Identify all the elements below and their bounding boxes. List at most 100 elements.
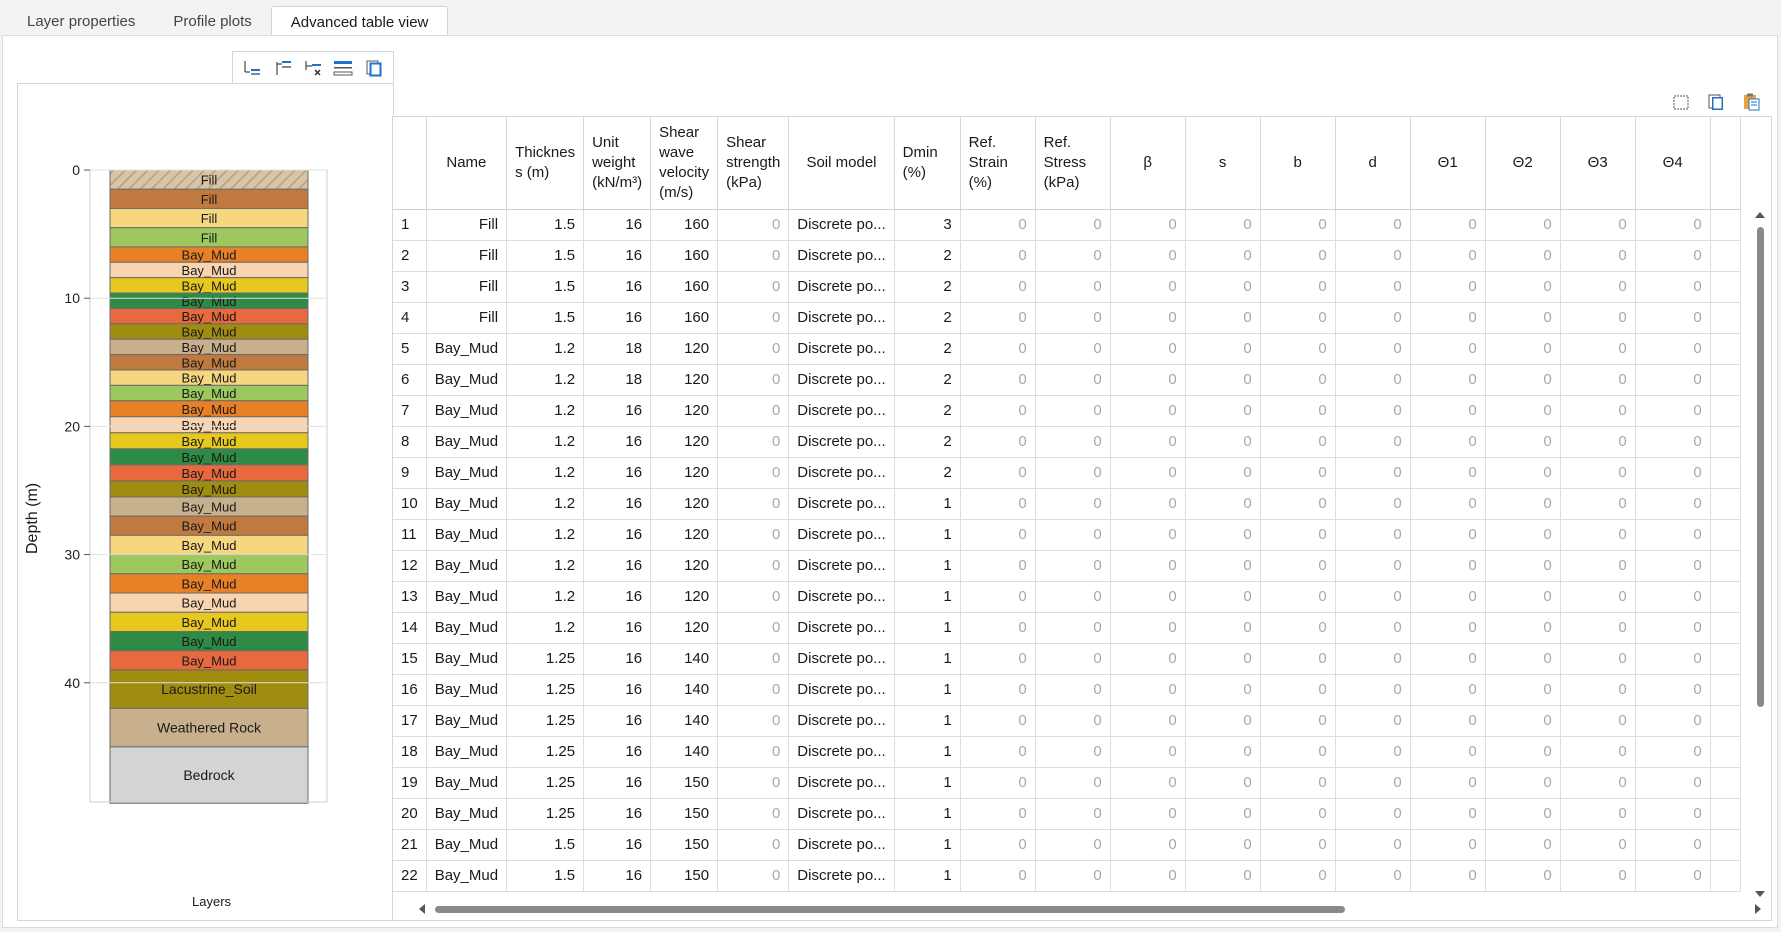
cell-beta[interactable]: 0 xyxy=(1110,333,1186,365)
cell-b[interactable]: 0 xyxy=(1260,209,1336,241)
column-header-strength[interactable]: Shear strength (kPa) xyxy=(717,117,790,210)
cell-t3[interactable]: 0 xyxy=(1560,767,1636,799)
cell-t4[interactable]: 0 xyxy=(1635,829,1711,861)
cell-b[interactable]: 0 xyxy=(1260,271,1336,303)
cell-t3[interactable]: 0 xyxy=(1560,550,1636,582)
cell-vs[interactable]: 140 xyxy=(650,674,719,706)
cell-soil_model[interactable]: Discrete po... xyxy=(788,643,895,675)
cell-t2[interactable]: 0 xyxy=(1485,519,1561,551)
cell-unit_weight[interactable]: 16 xyxy=(583,550,652,582)
cell-vs[interactable]: 140 xyxy=(650,736,719,768)
cell-unit_weight[interactable]: 16 xyxy=(583,767,652,799)
cell-t1[interactable]: 0 xyxy=(1410,426,1486,458)
cell-b[interactable]: 0 xyxy=(1260,333,1336,365)
cell-t4[interactable]: 0 xyxy=(1635,550,1711,582)
cell-d[interactable]: 0 xyxy=(1335,395,1411,427)
cell-b[interactable]: 0 xyxy=(1260,488,1336,520)
cell-dmin[interactable]: 2 xyxy=(894,426,961,458)
cell-ref_strain[interactable]: 0 xyxy=(960,798,1036,830)
cell-unit_weight[interactable]: 16 xyxy=(583,209,652,241)
cell-ref_strain[interactable]: 0 xyxy=(960,488,1036,520)
cell-d[interactable]: 0 xyxy=(1335,488,1411,520)
cell-t4[interactable]: 0 xyxy=(1635,333,1711,365)
cell-idx[interactable]: 19 xyxy=(393,767,427,799)
cell-d[interactable]: 0 xyxy=(1335,426,1411,458)
cell-thickness[interactable]: 1.2 xyxy=(506,426,585,458)
cell-s[interactable]: 0 xyxy=(1185,364,1261,396)
cell-t3[interactable]: 0 xyxy=(1560,674,1636,706)
cell-idx[interactable]: 17 xyxy=(393,705,427,737)
cell-beta[interactable]: 0 xyxy=(1110,829,1186,861)
cell-name[interactable]: Bay_Mud xyxy=(426,426,508,458)
cell-name[interactable]: Fill xyxy=(426,302,508,334)
cell-unit_weight[interactable]: 16 xyxy=(583,426,652,458)
cell-strength[interactable]: 0 xyxy=(717,674,790,706)
cell-t3[interactable]: 0 xyxy=(1560,271,1636,303)
cell-s[interactable]: 0 xyxy=(1185,550,1261,582)
cell-strength[interactable]: 0 xyxy=(717,736,790,768)
cell-t4[interactable]: 0 xyxy=(1635,674,1711,706)
cell-idx[interactable]: 18 xyxy=(393,736,427,768)
cell-thickness[interactable]: 1.2 xyxy=(506,364,585,396)
cell-dmin[interactable]: 1 xyxy=(894,643,961,675)
cell-idx[interactable]: 11 xyxy=(393,519,427,551)
cell-name[interactable]: Bay_Mud xyxy=(426,767,508,799)
cell-strength[interactable]: 0 xyxy=(717,550,790,582)
cell-vs[interactable]: 160 xyxy=(650,302,719,334)
cell-soil_model[interactable]: Discrete po... xyxy=(788,333,895,365)
cell-soil_model[interactable]: Discrete po... xyxy=(788,705,895,737)
cell-dmin[interactable]: 2 xyxy=(894,364,961,396)
table-row[interactable]: 22 Bay_Mud 1.5 16 150 0 Discrete po... 1 0 0 0 0 0 0 0… xyxy=(393,860,1741,892)
cell-ref_stress[interactable]: 0 xyxy=(1035,395,1111,427)
column-header-t2[interactable]: Θ2 xyxy=(1485,117,1561,210)
cell-b[interactable]: 0 xyxy=(1260,705,1336,737)
cell-t3[interactable]: 0 xyxy=(1560,736,1636,768)
cell-thickness[interactable]: 1.2 xyxy=(506,612,585,644)
cell-t4[interactable]: 0 xyxy=(1635,426,1711,458)
column-header-extra[interactable] xyxy=(1710,117,1741,210)
cell-s[interactable]: 0 xyxy=(1185,581,1261,613)
cell-s[interactable]: 0 xyxy=(1185,488,1261,520)
cell-d[interactable]: 0 xyxy=(1335,209,1411,241)
cell-ref_strain[interactable]: 0 xyxy=(960,364,1036,396)
cell-ref_strain[interactable]: 0 xyxy=(960,302,1036,334)
cell-strength[interactable]: 0 xyxy=(717,488,790,520)
cell-beta[interactable]: 0 xyxy=(1110,674,1186,706)
cell-vs[interactable]: 120 xyxy=(650,550,719,582)
cell-name[interactable]: Bay_Mud xyxy=(426,674,508,706)
cell-thickness[interactable]: 1.2 xyxy=(506,488,585,520)
cell-dmin[interactable]: 1 xyxy=(894,488,961,520)
cell-d[interactable]: 0 xyxy=(1335,457,1411,489)
cell-dmin[interactable]: 1 xyxy=(894,581,961,613)
cell-unit_weight[interactable]: 16 xyxy=(583,240,652,272)
cell-thickness[interactable]: 1.25 xyxy=(506,705,585,737)
cell-t3[interactable]: 0 xyxy=(1560,488,1636,520)
cell-name[interactable]: Bay_Mud xyxy=(426,705,508,737)
cell-name[interactable]: Bay_Mud xyxy=(426,829,508,861)
tab-profile-plots[interactable]: Profile plots xyxy=(154,6,270,36)
cell-soil_model[interactable]: Discrete po... xyxy=(788,519,895,551)
cell-ref_stress[interactable]: 0 xyxy=(1035,829,1111,861)
cell-t3[interactable]: 0 xyxy=(1560,612,1636,644)
cell-name[interactable]: Bay_Mud xyxy=(426,736,508,768)
cell-unit_weight[interactable]: 16 xyxy=(583,271,652,303)
cell-vs[interactable]: 140 xyxy=(650,705,719,737)
cell-t1[interactable]: 0 xyxy=(1410,364,1486,396)
cell-vs[interactable]: 160 xyxy=(650,240,719,272)
cell-t3[interactable]: 0 xyxy=(1560,395,1636,427)
cell-d[interactable]: 0 xyxy=(1335,271,1411,303)
cell-soil_model[interactable]: Discrete po... xyxy=(788,488,895,520)
cell-dmin[interactable]: 2 xyxy=(894,333,961,365)
cell-t3[interactable]: 0 xyxy=(1560,860,1636,892)
cell-t3[interactable]: 0 xyxy=(1560,519,1636,551)
cell-ref_stress[interactable]: 0 xyxy=(1035,581,1111,613)
cell-t3[interactable]: 0 xyxy=(1560,643,1636,675)
cell-soil_model[interactable]: Discrete po... xyxy=(788,271,895,303)
cell-dmin[interactable]: 1 xyxy=(894,798,961,830)
cell-t1[interactable]: 0 xyxy=(1410,705,1486,737)
cell-thickness[interactable]: 1.2 xyxy=(506,519,585,551)
cell-beta[interactable]: 0 xyxy=(1110,581,1186,613)
cell-name[interactable]: Fill xyxy=(426,271,508,303)
cell-t4[interactable]: 0 xyxy=(1635,395,1711,427)
cell-ref_stress[interactable]: 0 xyxy=(1035,519,1111,551)
